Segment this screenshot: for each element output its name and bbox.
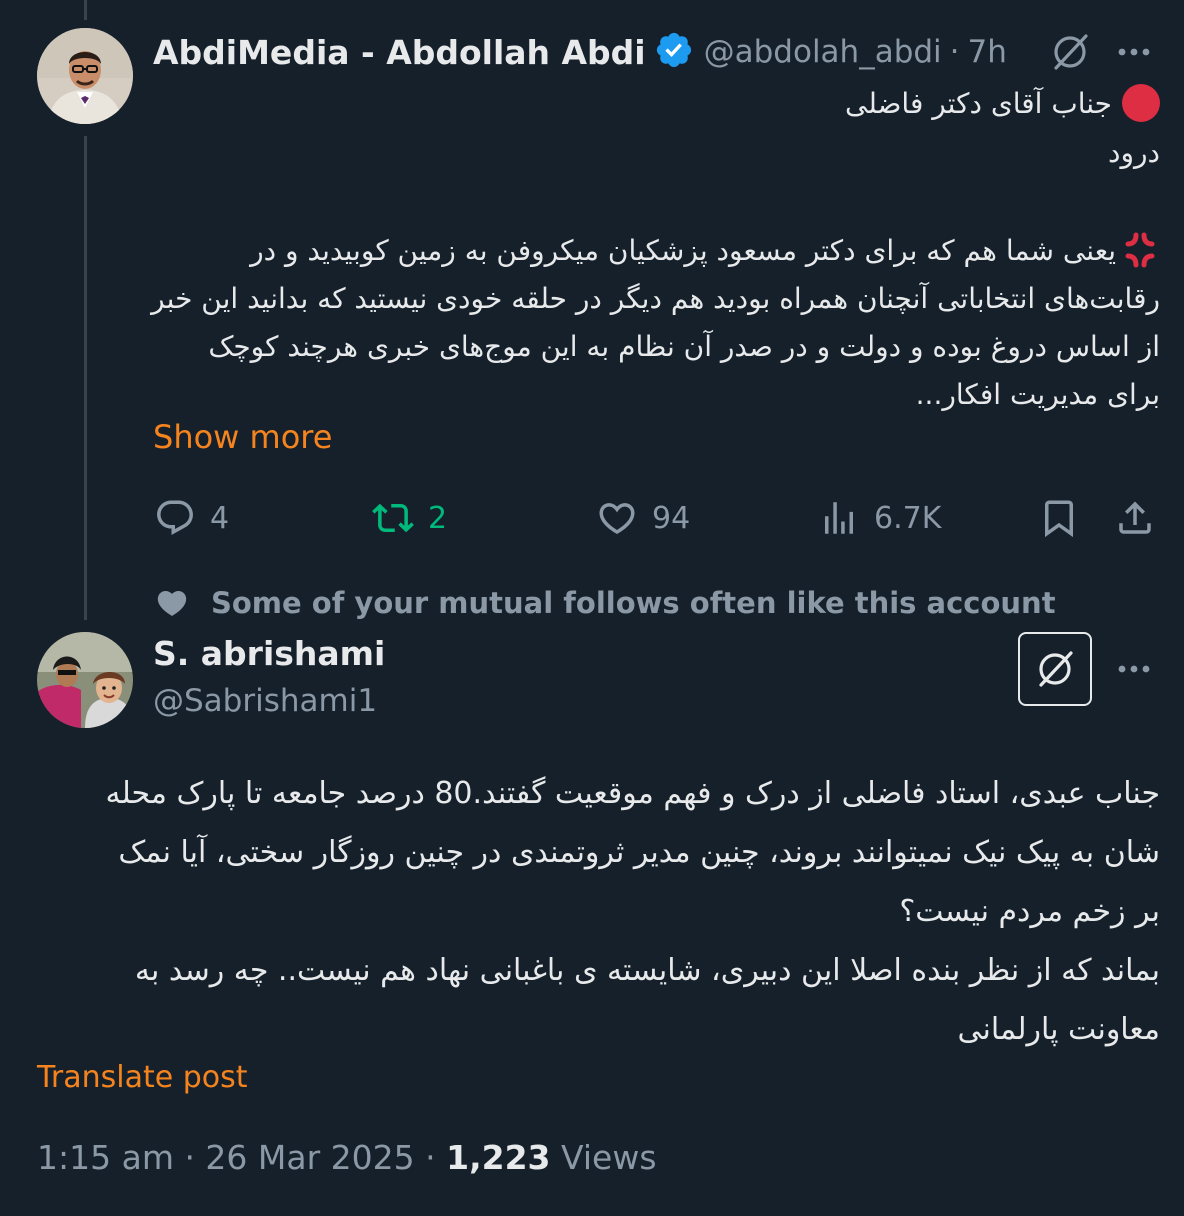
bookmark-button[interactable] [1038,497,1080,543]
like-count: 94 [652,500,691,536]
more-icon[interactable] [1114,655,1154,683]
more-icon[interactable] [1114,38,1154,66]
text-line-4: رقابت‌های انتخاباتی آنچنان همراه بودید ه… [151,282,1160,315]
grok-icon[interactable] [1048,30,1092,74]
social-context: Some of your mutual follows often like t… [155,583,1056,623]
heart-icon [157,590,187,616]
post-body: جناب عبدی، استاد فاضلی از درک و فهم موقع… [30,764,1160,1059]
post-timestamp[interactable]: 1:15 am · 26 Mar 2025 · [37,1138,436,1177]
text-line-2: شان به پیک نیک نمیتوانند بروند، چنین مدی… [118,835,1160,870]
thread-connector-line-lower [84,136,87,620]
views-label: Views [561,1138,657,1177]
separator-dot: · [949,34,960,70]
author-handle[interactable]: @abdolah_abdi [704,34,942,70]
post-time[interactable]: 7h [968,34,1007,70]
text-line-1: جناب عبدی، استاد فاضلی از درک و فهم موقع… [105,776,1160,811]
avatar[interactable] [37,632,133,728]
text-line-3: یعنی شما هم که برای دکتر مسعود پزشکیان م… [250,233,1116,267]
post-body: جناب آقای دکتر فاضلی درود یعنی شما هم که… [150,78,1160,418]
author-handle[interactable]: @Sabrishami1 [153,683,377,719]
post-header: AbdiMedia - Abdollah Abdi @abdolah_abdi … [153,30,1007,74]
bookmark-icon [1045,500,1073,538]
analytics-button[interactable]: 6.7K [818,495,941,541]
text-line-5: از اساس دروغ بوده و دولت و در صدر آن نظا… [208,330,1160,363]
social-context-text: Some of your mutual follows often like t… [211,586,1056,620]
analytics-icon [825,502,853,534]
text-line: جناب آقای دکتر فاضلی [150,78,1160,128]
like-icon [599,503,635,535]
reply-count: 4 [210,500,230,536]
text-line-2: درود [1108,136,1160,169]
text-line-3: بر زخم مردم نیست؟ [899,894,1160,929]
repost-button[interactable]: 2 [372,495,447,541]
thread-connector-line [84,0,87,20]
red-circle-icon [1122,84,1160,122]
author-name[interactable]: S. abrishami [153,634,385,673]
reply-icon [157,500,193,535]
view-count: 6.7K [874,500,942,536]
text-line-5: معاونت پارلمانی [957,1012,1160,1047]
reply-button[interactable]: 4 [154,495,229,541]
text-line: یعنی شما هم که برای دکتر مسعود پزشکیان م… [150,226,1160,274]
repost-count: 2 [428,500,448,536]
text-line-1: جناب آقای دکتر فاضلی [845,86,1112,120]
grok-button[interactable] [1018,632,1092,706]
share-icon [1119,501,1151,534]
author-name[interactable]: AbdiMedia - Abdollah Abdi [153,33,646,72]
views-count: 1,223 [446,1138,551,1177]
avatar[interactable] [37,28,133,124]
post-metadata: 1:15 am · 26 Mar 2025 · 1,223 Views [37,1138,657,1177]
grok-icon [1039,651,1073,687]
anger-symbol-icon [1120,230,1160,270]
repost-icon [372,503,414,533]
text-line-4: بماند که از نظر بنده اصلا این دبیری، شای… [134,953,1160,988]
share-button[interactable] [1114,497,1156,543]
like-button[interactable]: 94 [596,495,690,541]
show-more-link[interactable]: Show more [153,418,332,456]
verified-badge-icon [654,30,694,74]
text-line-6: برای مدیریت افکار... [915,378,1160,411]
action-bar: 4 2 94 6.7K [154,495,1158,541]
translate-post-link[interactable]: Translate post [37,1060,248,1095]
